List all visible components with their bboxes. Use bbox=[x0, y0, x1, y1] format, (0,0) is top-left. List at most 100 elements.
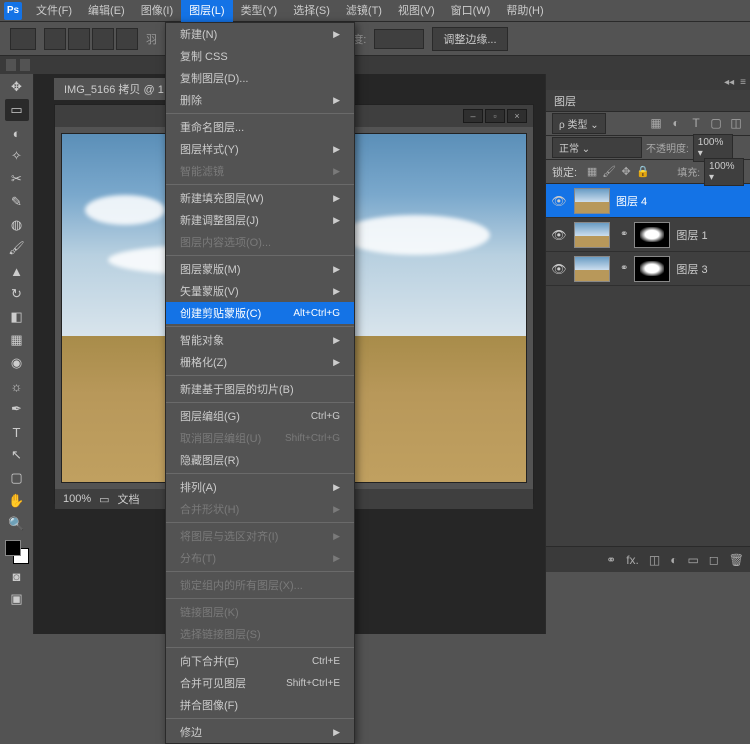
menu-1[interactable]: 编辑(E) bbox=[80, 0, 133, 22]
fx-icon[interactable]: fx. bbox=[626, 553, 639, 567]
menu-item[interactable]: 图层样式(Y)▶ bbox=[166, 138, 354, 160]
menu-item[interactable]: 新建填充图层(W)▶ bbox=[166, 187, 354, 209]
zoom-level[interactable]: 100% bbox=[63, 493, 91, 505]
blur-tool[interactable]: ◉ bbox=[5, 352, 29, 374]
menu-item[interactable]: 新建调整图层(J)▶ bbox=[166, 209, 354, 231]
minimize-button[interactable]: – bbox=[463, 109, 483, 123]
mode-subtract[interactable] bbox=[92, 28, 114, 50]
stamp-tool[interactable]: ▲ bbox=[5, 260, 29, 282]
gradient-tool[interactable]: ▦ bbox=[5, 329, 29, 351]
mask-icon[interactable]: ◫ bbox=[649, 553, 660, 567]
layer-row[interactable]: 👁 图层 4 bbox=[546, 184, 750, 218]
eyedropper-tool[interactable]: ✎ bbox=[5, 191, 29, 213]
pen-tool[interactable]: ✒ bbox=[5, 398, 29, 420]
layer-thumb[interactable] bbox=[574, 256, 610, 282]
blend-dropdown[interactable]: 正常 ⌄ bbox=[552, 137, 642, 158]
mode-add[interactable] bbox=[68, 28, 90, 50]
menu-item[interactable]: 拼合图像(F) bbox=[166, 694, 354, 716]
menu-6[interactable]: 滤镜(T) bbox=[338, 0, 390, 22]
mode-new[interactable] bbox=[44, 28, 66, 50]
menu-item[interactable]: 复制 CSS bbox=[166, 45, 354, 67]
mask-thumb[interactable] bbox=[634, 256, 670, 282]
menu-item[interactable]: 排列(A)▶ bbox=[166, 476, 354, 498]
screenmode-tool[interactable]: ▣ bbox=[5, 588, 29, 610]
height-input[interactable] bbox=[374, 29, 424, 49]
menu-item[interactable]: 修边▶ bbox=[166, 721, 354, 743]
heal-tool[interactable]: ◍ bbox=[5, 214, 29, 236]
history-brush-tool[interactable]: ↻ bbox=[5, 283, 29, 305]
lock-all-icon[interactable]: 🔒 bbox=[636, 165, 650, 179]
tool-preset[interactable] bbox=[10, 28, 36, 50]
menu-item[interactable]: 智能对象▶ bbox=[166, 329, 354, 351]
menu-item[interactable]: 复制图层(D)... bbox=[166, 67, 354, 89]
mask-thumb[interactable] bbox=[634, 222, 670, 248]
filter-smart-icon[interactable]: ◫ bbox=[728, 116, 744, 132]
group-icon[interactable]: ▭ bbox=[687, 553, 698, 567]
shape-tool[interactable]: ▢ bbox=[5, 467, 29, 489]
menu-item[interactable]: 合并可见图层Shift+Ctrl+E bbox=[166, 672, 354, 694]
collapse-icon[interactable]: ◂◂ bbox=[724, 77, 734, 88]
marquee-tool[interactable]: ▭ bbox=[5, 99, 29, 121]
collapsed-tab[interactable] bbox=[20, 59, 30, 71]
adjust-icon[interactable]: ◐ bbox=[670, 553, 677, 567]
visibility-icon[interactable]: 👁 bbox=[550, 228, 568, 242]
lock-pixels-icon[interactable]: 🖌 bbox=[602, 165, 616, 179]
kind-dropdown[interactable]: ρ 类型 ⌄ bbox=[552, 113, 606, 134]
menu-7[interactable]: 视图(V) bbox=[390, 0, 443, 22]
menu-8[interactable]: 窗口(W) bbox=[443, 0, 499, 22]
menu-2[interactable]: 图像(I) bbox=[133, 0, 181, 22]
move-tool[interactable]: ✥ bbox=[5, 76, 29, 98]
document-tab[interactable]: IMG_5166 拷贝 @ 1 bbox=[54, 78, 174, 100]
menu-0[interactable]: 文件(F) bbox=[28, 0, 80, 22]
dodge-tool[interactable]: ☼ bbox=[5, 375, 29, 397]
crop-tool[interactable]: ✂ bbox=[5, 168, 29, 190]
menu-9[interactable]: 帮助(H) bbox=[498, 0, 551, 22]
maximize-button[interactable]: ▫ bbox=[485, 109, 505, 123]
type-tool[interactable]: T bbox=[5, 421, 29, 443]
link-icon[interactable]: ⚭ bbox=[606, 553, 616, 567]
layer-name[interactable]: 图层 1 bbox=[676, 227, 707, 243]
visibility-icon[interactable]: 👁 bbox=[550, 262, 568, 276]
layer-thumb[interactable] bbox=[574, 222, 610, 248]
mode-intersect[interactable] bbox=[116, 28, 138, 50]
menu-item[interactable]: 栅格化(Z)▶ bbox=[166, 351, 354, 373]
filter-pixel-icon[interactable]: ▦ bbox=[648, 116, 664, 132]
collapsed-tab[interactable] bbox=[6, 59, 16, 71]
eraser-tool[interactable]: ◧ bbox=[5, 306, 29, 328]
layer-name[interactable]: 图层 4 bbox=[616, 193, 647, 209]
visibility-icon[interactable]: 👁 bbox=[550, 194, 568, 208]
brush-tool[interactable]: 🖌 bbox=[5, 237, 29, 259]
color-swatches[interactable] bbox=[5, 540, 29, 564]
menu-item[interactable]: 向下合并(E)Ctrl+E bbox=[166, 650, 354, 672]
quickmask-tool[interactable]: ◙ bbox=[5, 565, 29, 587]
layer-name[interactable]: 图层 3 bbox=[676, 261, 707, 277]
filter-shape-icon[interactable]: ▢ bbox=[708, 116, 724, 132]
menu-item[interactable]: 隐藏图层(R) bbox=[166, 449, 354, 471]
lock-position-icon[interactable]: ✥ bbox=[619, 165, 633, 179]
menu-item[interactable]: 重命名图层... bbox=[166, 116, 354, 138]
menu-5[interactable]: 选择(S) bbox=[285, 0, 338, 22]
zoom-icon[interactable]: ▭ bbox=[99, 493, 109, 506]
zoom-tool[interactable]: 🔍 bbox=[5, 513, 29, 535]
path-tool[interactable]: ↖ bbox=[5, 444, 29, 466]
menu-item[interactable]: 新建基于图层的切片(B) bbox=[166, 378, 354, 400]
filter-type-icon[interactable]: T bbox=[688, 116, 704, 132]
layer-row[interactable]: 👁⚭图层 1 bbox=[546, 218, 750, 252]
menu-item[interactable]: 新建(N)▶ bbox=[166, 23, 354, 45]
layer-row[interactable]: 👁⚭图层 3 bbox=[546, 252, 750, 286]
fill-input[interactable]: 100% ▾ bbox=[704, 158, 744, 186]
close-button[interactable]: × bbox=[507, 109, 527, 123]
fg-color[interactable] bbox=[5, 540, 21, 556]
delete-icon[interactable]: 🗑 bbox=[729, 553, 744, 567]
menu-3[interactable]: 图层(L) bbox=[181, 0, 232, 22]
wand-tool[interactable]: ✧ bbox=[5, 145, 29, 167]
panel-menu-icon[interactable]: ≡ bbox=[740, 77, 746, 88]
layer-thumb[interactable] bbox=[574, 188, 610, 214]
layers-tab[interactable]: 图层 bbox=[546, 90, 750, 112]
refine-edge-button[interactable]: 调整边缘... bbox=[432, 27, 507, 51]
menu-item[interactable]: 删除▶ bbox=[166, 89, 354, 111]
lasso-tool[interactable]: ◐ bbox=[5, 122, 29, 144]
menu-item[interactable]: 图层蒙版(M)▶ bbox=[166, 258, 354, 280]
new-layer-icon[interactable]: ◻ bbox=[709, 553, 719, 567]
filter-adjust-icon[interactable]: ◐ bbox=[668, 116, 684, 132]
